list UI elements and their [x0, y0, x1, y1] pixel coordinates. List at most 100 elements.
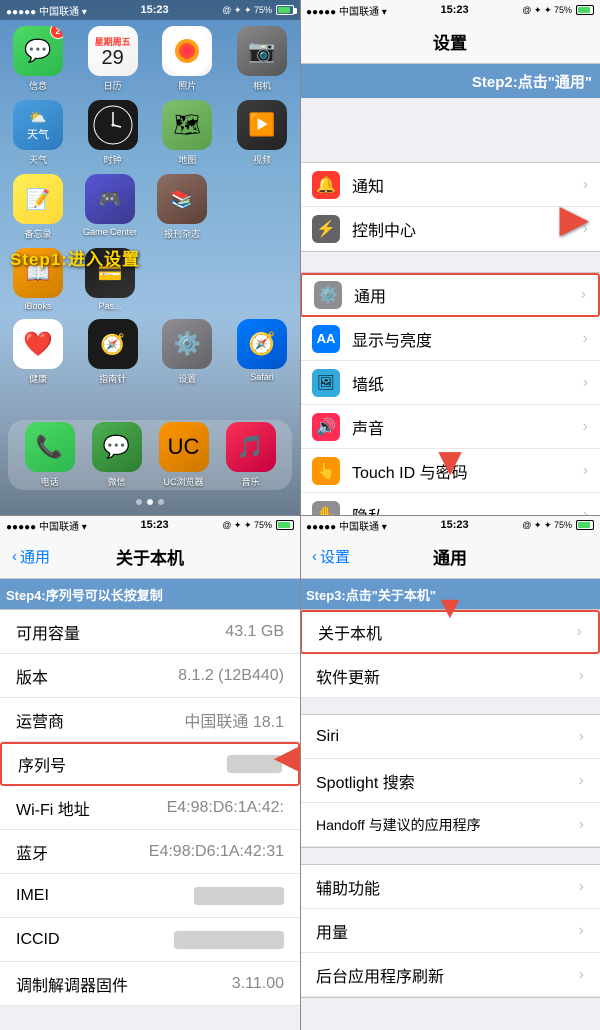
app-row-3: 📝 备忘录 🎮 Game Center 📚 报刊杂志 — [8, 174, 292, 240]
general-rows-3: 辅助功能 › 用量 › 后台应用程序刷新 › — [300, 864, 600, 998]
about-row-version: 版本 8.1.2 (12B440) — [0, 654, 300, 698]
settings-title: 设置 — [433, 29, 467, 54]
about-row-serial[interactable]: 序列号 •••••••• — [0, 742, 300, 786]
app-grid: 💬 2 信息 星期周五 29 日历 — [0, 22, 300, 397]
status-icons-q3: @ ✦ ✦ 75% — [222, 520, 294, 531]
battery-q2 — [576, 5, 594, 15]
wallpaper-label: 墙纸 — [352, 371, 583, 395]
q3-about: ●●●●● 中国联通 ▾ 15:23 @ ✦ ✦ 75% ‹ 通用 关于本机 S… — [0, 515, 300, 1030]
about-nav-back[interactable]: ‹ 通用 — [12, 546, 50, 567]
about-row-capacity: 可用容量 43.1 GB — [0, 610, 300, 654]
about-nav-title: 关于本机 — [116, 544, 184, 569]
settings-row-controlcenter[interactable]: ⚡ 控制中心 › — [300, 207, 600, 251]
display-icon: AA — [312, 325, 340, 353]
status-bar-q3: ●●●●● 中国联通 ▾ 15:23 @ ✦ ✦ 75% — [0, 515, 300, 535]
about-row-wifi: Wi-Fi 地址 E4:98:D6:1A:42: — [0, 786, 300, 830]
general-row-update[interactable]: 软件更新 › — [300, 654, 600, 698]
general-rows-2: Siri › Spotlight 搜索 › Handoff 与建议的应用程序 › — [300, 714, 600, 848]
app-messages[interactable]: 💬 2 信息 — [8, 26, 68, 92]
carrier-q3: ●●●●● 中国联通 ▾ — [6, 518, 87, 533]
step2-banner: Step2:点击"通用" — [300, 64, 600, 98]
app-safari[interactable]: 🧭 Safari — [232, 319, 292, 385]
settings-row-general[interactable]: ⚙️ 通用 › — [300, 273, 600, 317]
app-calendar[interactable]: 星期周五 29 日历 — [83, 26, 143, 92]
status-icons-q2: @ ✦ ✦ 75% — [522, 5, 594, 16]
app-row-2: ⛅ 天气 天气 时钟 🗺 地图 — [8, 100, 292, 166]
general-row-siri[interactable]: Siri › — [300, 715, 600, 759]
app-settings[interactable]: ⚙️ 设置 — [157, 319, 217, 385]
controlcenter-label: 控制中心 — [352, 217, 583, 241]
notifications-label: 通知 — [352, 173, 583, 197]
battery-q3 — [276, 520, 294, 530]
settings-group-2: ⚙️ 通用 › AA 显示与亮度 › 🖼 墙纸 › 🔊 声音 › 👆 To — [300, 272, 600, 538]
settings-row-notifications[interactable]: 🔔 通知 › — [300, 163, 600, 207]
wallpaper-icon: 🖼 — [312, 369, 340, 397]
general-nav: ‹ 设置 通用 — [300, 535, 600, 579]
dock-music[interactable]: 🎵 音乐 — [221, 422, 281, 488]
app-photos[interactable]: 照片 — [157, 26, 217, 92]
arrow-to-general: ▶ — [560, 198, 588, 240]
general-row-bgrefresh[interactable]: 后台应用程序刷新 › — [300, 953, 600, 997]
sounds-icon: 🔊 — [312, 413, 340, 441]
app-camera[interactable]: 📷 相机 — [232, 26, 292, 92]
back-chevron-q3: ‹ — [12, 548, 17, 565]
app-health[interactable]: ❤️ 健康 — [8, 319, 68, 385]
settings-row-display[interactable]: AA 显示与亮度 › — [300, 317, 600, 361]
settings-row-wallpaper[interactable]: 🖼 墙纸 › — [300, 361, 600, 405]
battery-icon-q1 — [276, 5, 294, 15]
about-rows: 可用容量 43.1 GB 版本 8.1.2 (12B440) 运营商 中国联通 … — [0, 609, 300, 1006]
app-notes[interactable]: 📝 备忘录 — [8, 174, 68, 240]
time-q3: 15:23 — [140, 519, 168, 531]
dock: 📞 电话 💬 微信 UC UC浏览器 🎵 音乐 — [8, 420, 292, 490]
app-row-4: ❤️ 健康 🧭 指南针 ⚙️ 设置 🧭 Safari — [8, 319, 292, 385]
general-row-usage[interactable]: 用量 › — [300, 909, 600, 953]
page-dots — [0, 499, 300, 505]
general-icon: ⚙️ — [314, 281, 342, 309]
step4-label: Step4:序列号可以长按复制 — [6, 585, 163, 604]
q4-general: ●●●●● 中国联通 ▾ 15:23 @ ✦ ✦ 75% ‹ 设置 通用 Ste… — [300, 515, 600, 1030]
carrier-q4: ●●●●● 中国联通 ▾ — [306, 518, 387, 533]
dock-uc[interactable]: UC UC浏览器 — [154, 422, 214, 488]
q1-home-screen: ●●●●● 中国联通 ▾ 15:23 @ ✦ ✦ 75% 💬 2 信息 星期周五 — [0, 0, 300, 515]
back-label-q4: 设置 — [320, 546, 350, 567]
about-row-bluetooth: 蓝牙 E4:98:D6:1A:42:31 — [0, 830, 300, 874]
q3-container: ●●●●● 中国联通 ▾ 15:23 @ ✦ ✦ 75% ‹ 通用 关于本机 S… — [0, 515, 300, 1030]
general-row-accessibility[interactable]: 辅助功能 › — [300, 865, 600, 909]
status-icons-q4: @ ✦ ✦ 75% — [522, 520, 594, 531]
app-weather[interactable]: ⛅ 天气 天气 — [8, 100, 68, 166]
general-gap — [300, 698, 600, 714]
q4-container: ●●●●● 中国联通 ▾ 15:23 @ ✦ ✦ 75% ‹ 设置 通用 Ste… — [300, 515, 600, 1030]
general-gap2 — [300, 848, 600, 864]
imei-blurred: •• — [194, 887, 284, 905]
sounds-label: 声音 — [352, 415, 583, 439]
app-compass[interactable]: 🧭 指南针 — [83, 319, 143, 385]
general-row-handoff[interactable]: Handoff 与建议的应用程序 › — [300, 803, 600, 847]
notifications-icon: 🔔 — [312, 171, 340, 199]
about-row-modem: 调制解调器固件 3.11.00 — [0, 962, 300, 1006]
app-row-1: 💬 2 信息 星期周五 29 日历 — [8, 26, 292, 92]
step1-label: Step1:进入设置 — [10, 245, 140, 270]
step3-label: Step3:点击"关于本机" — [306, 585, 436, 604]
about-row-iccid: ICCID •• — [0, 918, 300, 962]
carrier-q1: ●●●●● 中国联通 ▾ — [6, 3, 87, 18]
app-clock[interactable]: 时钟 — [83, 100, 143, 166]
arrow-to-serial: ◀ — [275, 740, 298, 775]
app-maps[interactable]: 🗺 地图 — [157, 100, 217, 166]
app-gamecenter[interactable]: 🎮 Game Center — [80, 174, 140, 240]
step4-banner: Step4:序列号可以长按复制 — [0, 579, 300, 609]
iccid-blurred: •• — [174, 931, 284, 949]
general-nav-back[interactable]: ‹ 设置 — [312, 546, 350, 567]
step2-label: Step2:点击"通用" — [472, 71, 592, 92]
app-videos[interactable]: ▶️ 视频 — [232, 100, 292, 166]
general-row-spotlight[interactable]: Spotlight 搜索 › — [300, 759, 600, 803]
q2-container: ●●●●● 中国联通 ▾ 15:23 @ ✦ ✦ 75% 设置 Step2:点击… — [300, 0, 600, 515]
messages-badge: 2 — [50, 26, 63, 39]
serial-blurred: •••••••• — [227, 755, 282, 773]
dock-phone[interactable]: 📞 电话 — [20, 422, 80, 488]
dock-wechat[interactable]: 💬 微信 — [87, 422, 147, 488]
battery-q4 — [576, 520, 594, 530]
about-row-imei: IMEI •• — [0, 874, 300, 918]
app-newsstand[interactable]: 📚 报刊杂志 — [152, 174, 212, 240]
touchid-icon: 👆 — [312, 457, 340, 485]
controlcenter-icon: ⚡ — [312, 215, 340, 243]
